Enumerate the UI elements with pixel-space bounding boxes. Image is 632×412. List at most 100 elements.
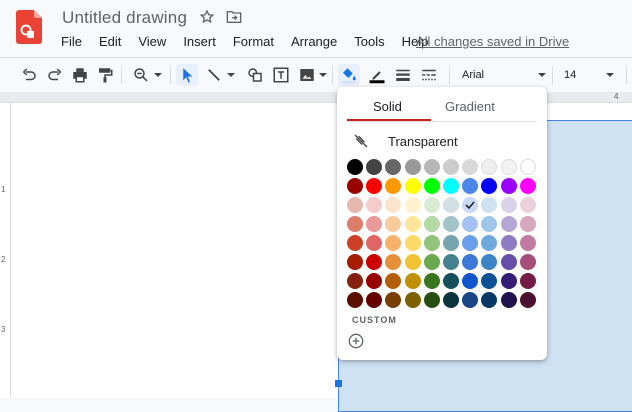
color-swatch[interactable] (519, 235, 536, 251)
color-swatch[interactable] (347, 216, 363, 232)
color-swatch[interactable] (404, 178, 421, 194)
save-status-link[interactable]: All changes saved in Drive (416, 34, 569, 49)
menu-arrange[interactable]: Arrange (291, 34, 337, 52)
color-swatch[interactable] (443, 273, 459, 289)
color-swatch[interactable] (462, 292, 479, 308)
color-swatch[interactable] (347, 273, 363, 289)
color-swatch[interactable] (500, 254, 517, 270)
color-swatch[interactable] (423, 254, 440, 270)
star-icon[interactable] (199, 9, 215, 25)
border-weight-button[interactable] (392, 64, 414, 86)
transparent-option[interactable]: Transparent (347, 133, 458, 149)
color-swatch[interactable] (385, 235, 402, 251)
color-swatch[interactable] (423, 292, 440, 308)
print-button[interactable] (69, 64, 91, 86)
undo-button[interactable] (18, 64, 40, 86)
color-swatch[interactable] (423, 159, 440, 175)
color-swatch[interactable] (347, 292, 363, 308)
color-swatch[interactable] (443, 235, 459, 251)
line-tool-button[interactable] (202, 64, 238, 86)
color-swatch[interactable] (385, 292, 402, 308)
font-family-select[interactable]: Arial (458, 65, 546, 85)
color-swatch[interactable] (519, 216, 536, 232)
color-swatch[interactable] (404, 235, 421, 251)
color-swatch[interactable] (347, 159, 363, 175)
menu-file[interactable]: File (61, 34, 82, 52)
insert-image-button[interactable] (296, 64, 328, 86)
color-swatch[interactable] (462, 197, 479, 213)
color-swatch[interactable] (500, 292, 517, 308)
color-swatch[interactable] (462, 254, 479, 270)
fill-color-button[interactable] (338, 64, 360, 86)
shape-tool-button[interactable] (244, 64, 266, 86)
color-swatch[interactable] (500, 216, 517, 232)
color-swatch[interactable] (519, 273, 536, 289)
color-swatch[interactable] (404, 273, 421, 289)
textbox-button[interactable] (270, 64, 292, 86)
color-swatch[interactable] (385, 178, 402, 194)
color-swatch[interactable] (462, 216, 479, 232)
menu-view[interactable]: View (138, 34, 166, 52)
color-swatch[interactable] (519, 197, 536, 213)
resize-handle[interactable] (335, 380, 342, 387)
color-swatch[interactable] (519, 178, 536, 194)
color-swatch[interactable] (366, 254, 383, 270)
color-swatch[interactable] (443, 197, 459, 213)
color-swatch[interactable] (366, 235, 383, 251)
color-swatch[interactable] (366, 178, 383, 194)
color-swatch[interactable] (347, 235, 363, 251)
color-swatch[interactable] (481, 292, 498, 308)
color-swatch[interactable] (519, 254, 536, 270)
color-swatch[interactable] (500, 235, 517, 251)
color-swatch[interactable] (443, 178, 459, 194)
border-dash-button[interactable] (418, 64, 440, 86)
color-swatch[interactable] (481, 235, 498, 251)
tab-solid[interactable]: Solid (373, 99, 402, 114)
color-swatch[interactable] (481, 197, 498, 213)
color-swatch[interactable] (423, 273, 440, 289)
color-swatch[interactable] (519, 159, 536, 175)
color-swatch[interactable] (500, 273, 517, 289)
select-tool-button[interactable] (176, 64, 198, 86)
color-swatch[interactable] (366, 292, 383, 308)
color-swatch[interactable] (366, 159, 383, 175)
zoom-button[interactable] (129, 64, 165, 86)
color-swatch[interactable] (366, 197, 383, 213)
color-swatch[interactable] (423, 235, 440, 251)
font-size-select[interactable]: 14 (562, 65, 614, 85)
color-swatch[interactable] (404, 292, 421, 308)
menu-edit[interactable]: Edit (99, 34, 121, 52)
color-swatch[interactable] (500, 159, 517, 175)
color-swatch[interactable] (500, 178, 517, 194)
color-swatch[interactable] (462, 178, 479, 194)
border-color-button[interactable] (366, 64, 388, 86)
color-swatch[interactable] (462, 235, 479, 251)
menu-format[interactable]: Format (233, 34, 274, 52)
paint-format-button[interactable] (94, 64, 116, 86)
color-swatch[interactable] (404, 216, 421, 232)
color-swatch[interactable] (481, 216, 498, 232)
redo-button[interactable] (44, 64, 66, 86)
drawings-logo-icon[interactable] (16, 10, 42, 44)
color-swatch[interactable] (481, 159, 498, 175)
color-swatch[interactable] (404, 159, 421, 175)
color-swatch[interactable] (443, 292, 459, 308)
move-to-folder-icon[interactable] (226, 10, 242, 24)
color-swatch[interactable] (443, 216, 459, 232)
color-swatch[interactable] (443, 159, 459, 175)
color-swatch[interactable] (481, 178, 498, 194)
menu-insert[interactable]: Insert (183, 34, 216, 52)
color-swatch[interactable] (423, 178, 440, 194)
color-swatch[interactable] (481, 254, 498, 270)
color-swatch[interactable] (347, 178, 363, 194)
color-swatch[interactable] (519, 292, 536, 308)
color-swatch[interactable] (385, 159, 402, 175)
color-swatch[interactable] (347, 254, 363, 270)
document-title[interactable]: Untitled drawing (62, 8, 187, 28)
color-swatch[interactable] (423, 216, 440, 232)
color-swatch[interactable] (462, 273, 479, 289)
color-swatch[interactable] (462, 159, 479, 175)
tab-gradient[interactable]: Gradient (445, 99, 495, 114)
color-swatch[interactable] (500, 197, 517, 213)
color-swatch[interactable] (443, 254, 459, 270)
